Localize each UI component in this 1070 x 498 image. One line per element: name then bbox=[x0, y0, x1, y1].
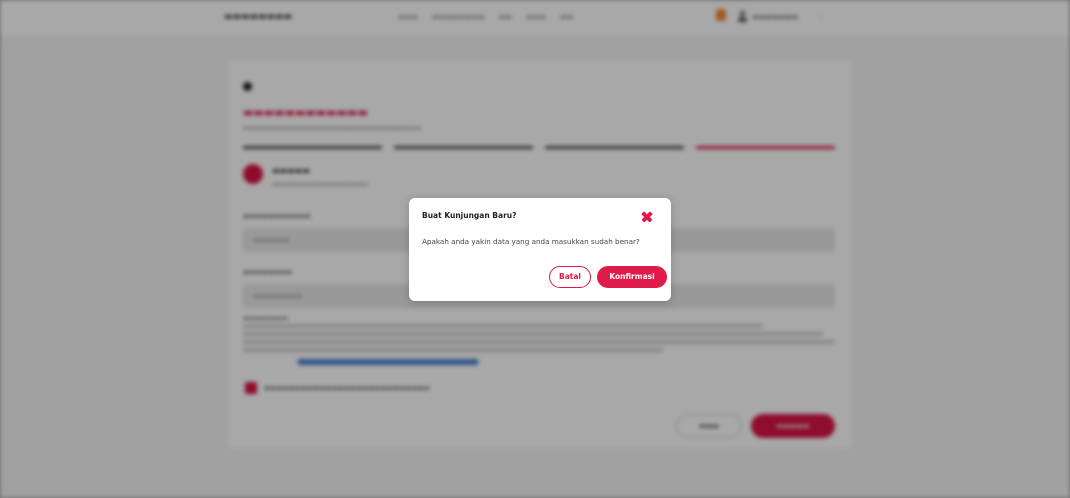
confirm-button[interactable]: Konfirmasi bbox=[597, 266, 667, 288]
cancel-button[interactable]: Batal bbox=[549, 266, 591, 288]
close-icon[interactable] bbox=[639, 209, 655, 225]
dialog-title: Buat Kunjungan Baru? bbox=[422, 211, 517, 220]
confirmation-dialog: Buat Kunjungan Baru? Apakah anda yakin d… bbox=[409, 198, 671, 301]
dialog-message: Apakah anda yakin data yang anda masukka… bbox=[422, 237, 640, 246]
